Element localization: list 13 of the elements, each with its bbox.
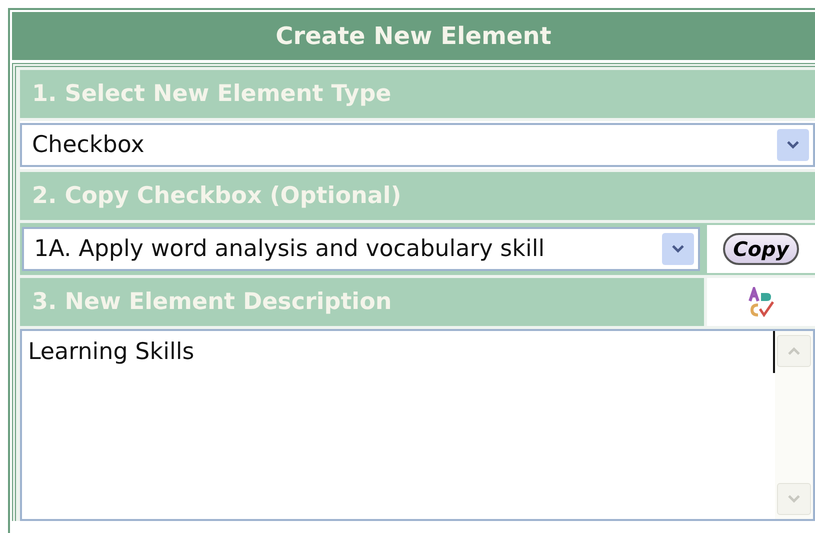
section-heading: 2. Copy Checkbox (Optional) (20, 172, 815, 220)
scroll-up-icon[interactable] (777, 335, 811, 367)
scrollbar[interactable] (775, 331, 813, 519)
panel-title: Create New Element (12, 12, 815, 60)
spellcheck-icon (748, 287, 774, 317)
section-heading: 1. Select New Element Type (20, 70, 815, 118)
section-heading: 3. New Element Description (20, 278, 704, 326)
copy-button[interactable]: Copy (723, 233, 799, 265)
copy-source-dropdown[interactable]: 1A. Apply word analysis and vocabulary skill (22, 227, 700, 271)
element-type-dropdown[interactable]: Checkbox (20, 123, 815, 167)
spellcheck-button[interactable] (707, 278, 815, 326)
scroll-down-icon[interactable] (777, 483, 811, 515)
description-textarea[interactable]: Learning Skills (20, 329, 815, 521)
